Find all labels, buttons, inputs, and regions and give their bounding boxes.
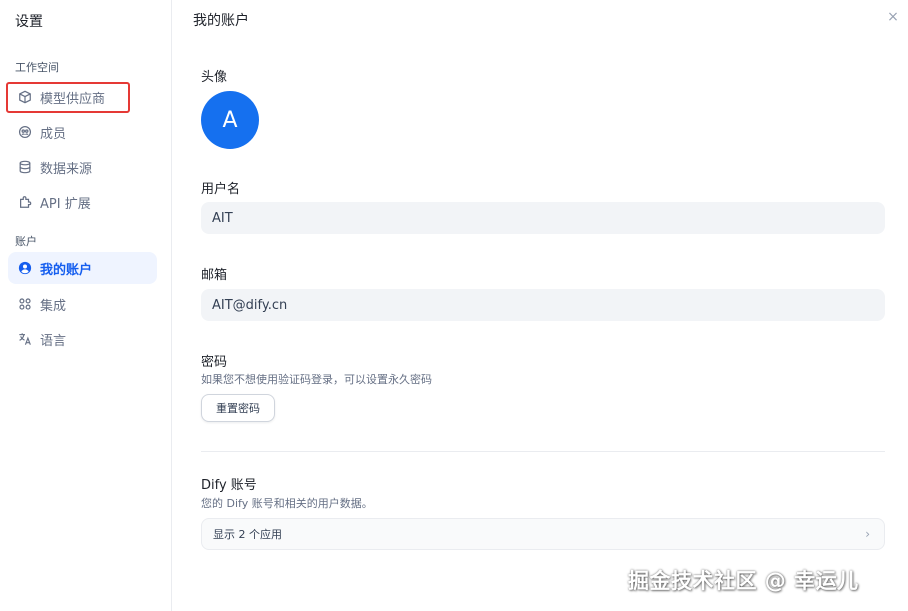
integrations-icon	[18, 297, 32, 311]
username-label: 用户名	[201, 182, 241, 197]
email-field[interactable]: AIT@dify.cn	[201, 289, 885, 321]
sidebar-item-integrations[interactable]: 集成	[8, 288, 157, 320]
sidebar-item-label: API 扩展	[40, 196, 91, 212]
watermark: 掘金技术社区 @ 幸运儿	[628, 569, 859, 593]
apps-row-label: 显示 2 个应用	[213, 528, 282, 541]
sidebar-item-data-source[interactable]: 数据来源	[8, 151, 157, 183]
close-icon[interactable]: ×	[886, 10, 900, 24]
password-label: 密码	[201, 355, 228, 370]
page-title: 我的账户	[193, 13, 249, 29]
dify-account-hint: 您的 Dify 账号和相关的用户数据。	[201, 497, 373, 510]
workspace-group-label: 工作空间	[15, 61, 59, 74]
sidebar-item-label: 集成	[40, 298, 67, 314]
show-apps-row[interactable]: 显示 2 个应用 ›	[201, 518, 885, 550]
password-hint: 如果您不想使用验证码登录，可以设置永久密码	[201, 373, 432, 386]
sidebar-item-label: 成员	[40, 126, 67, 142]
cube-icon	[18, 90, 32, 104]
username-value: AIT	[212, 210, 233, 226]
puzzle-icon	[18, 195, 32, 209]
sidebar-item-model-provider[interactable]: 模型供应商	[8, 81, 157, 113]
username-field[interactable]: AIT	[201, 202, 885, 234]
reset-password-button[interactable]: 重置密码	[201, 394, 275, 422]
email-label: 邮箱	[201, 268, 228, 283]
chevron-right-icon: ›	[865, 527, 870, 541]
account-group-label: 账户	[15, 235, 37, 248]
sidebar-item-members[interactable]: 成员	[8, 116, 157, 148]
dify-account-label: Dify 账号	[201, 478, 257, 493]
translate-icon	[18, 332, 32, 346]
email-value: AIT@dify.cn	[212, 297, 288, 313]
sidebar-item-label: 语言	[40, 333, 67, 349]
sidebar-item-label: 数据来源	[40, 161, 93, 177]
database-icon	[18, 160, 32, 174]
account-panel: 我的账户 × 头像 A 用户名 AIT 邮箱 AIT@dify.cn 密码 如果…	[173, 0, 908, 611]
sidebar-item-api-extension[interactable]: API 扩展	[8, 186, 157, 218]
section-divider	[201, 451, 885, 452]
sidebar-item-my-account[interactable]: 我的账户	[8, 252, 157, 284]
avatar[interactable]: A	[201, 91, 259, 149]
sidebar-item-label: 模型供应商	[40, 91, 106, 107]
avatar-label: 头像	[201, 70, 228, 85]
sidebar-title: 设置	[15, 14, 43, 30]
user-circle-icon	[18, 261, 32, 275]
settings-sidebar: 设置 工作空间 模型供应商 成员 数据来源 API 扩展 账户 我的账户 集成 …	[0, 0, 172, 611]
sidebar-item-language[interactable]: 语言	[8, 323, 157, 355]
sidebar-item-label: 我的账户	[40, 262, 93, 278]
members-icon	[18, 125, 32, 139]
